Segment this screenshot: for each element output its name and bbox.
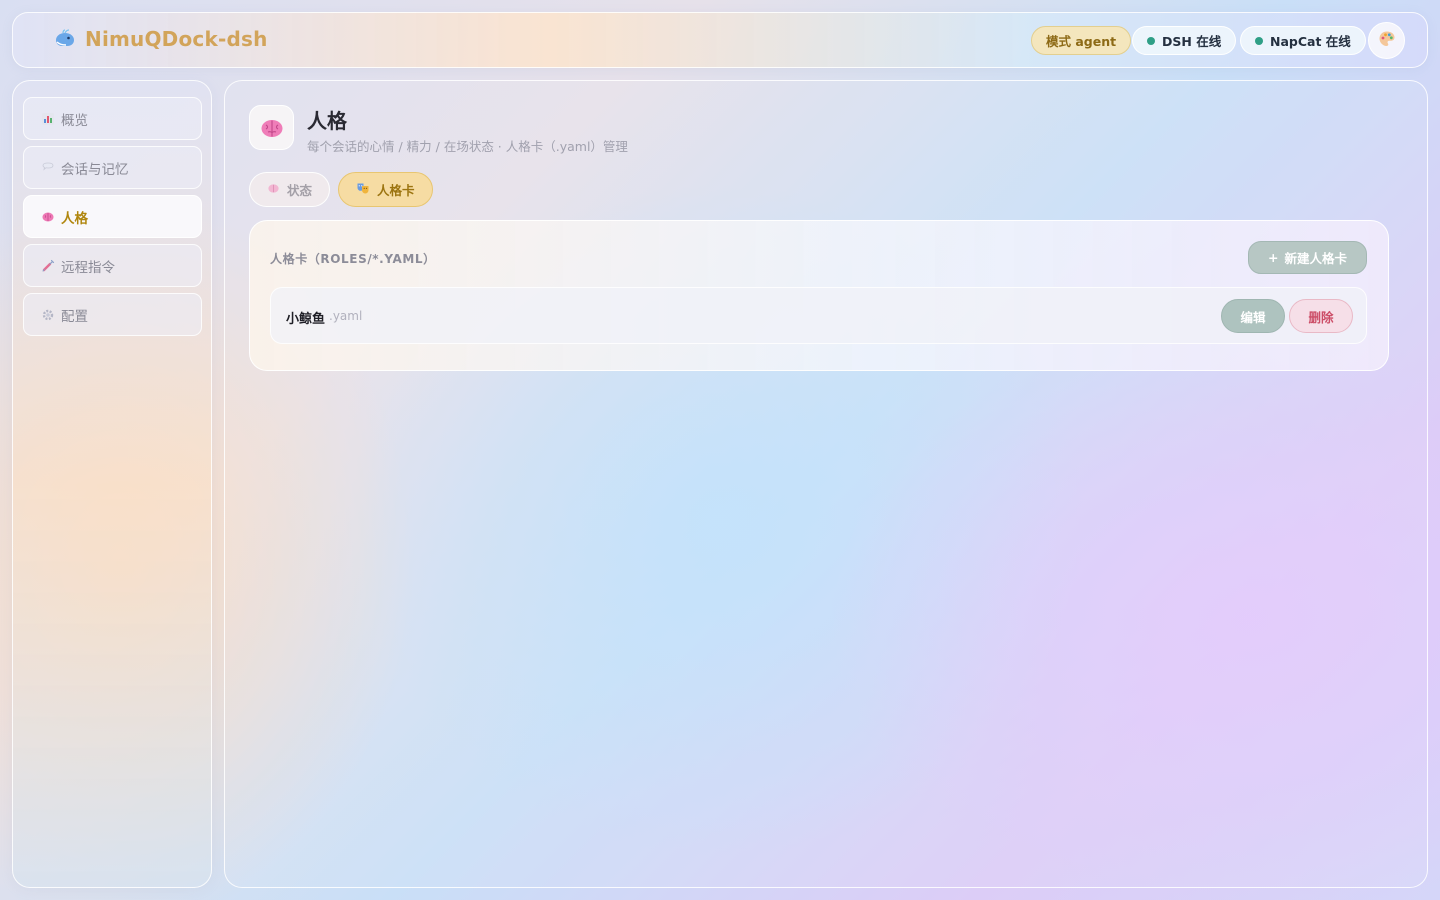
page-title: 人格 [307,109,347,133]
tab-persona-cards[interactable]: 人格卡 [338,172,433,207]
sidebar-item-label: 人格 [61,210,88,227]
dsh-status-label: DSH 在线 [1162,34,1222,49]
bar-chart-icon [41,112,55,126]
role-name: 小鲸鱼 [286,312,326,327]
theater-masks-icon [356,181,370,198]
brand[interactable]: NimuQDock-dsh [53,27,268,51]
sidebar: 概览 会话与记忆 人格 远程指令 配置 [12,80,212,888]
list-item: 小鲸鱼 .yaml 编辑 删除 [270,287,1367,344]
napcat-status-label: NapCat 在线 [1270,34,1351,49]
sidebar-item-remote-commands[interactable]: 远程指令 [23,244,202,287]
tab-label: 人格卡 [377,183,415,198]
whale-logo-icon [53,27,77,51]
syringe-icon [41,259,55,273]
main-panel: 人格 每个会话的心情 / 精力 / 在场状态 · 人格卡（.yaml）管理 状态… [224,80,1428,888]
delete-label: 删除 [1308,309,1334,325]
sidebar-item-persona[interactable]: 人格 [23,195,202,238]
plus-icon: + [1268,250,1279,265]
sidebar-item-overview[interactable]: 概览 [23,97,202,140]
tab-status[interactable]: 状态 [249,172,331,207]
brain-icon [267,182,280,198]
edit-label: 编辑 [1240,309,1266,325]
speech-bubble-icon [41,161,55,175]
delete-button[interactable]: 删除 [1289,299,1353,333]
mode-badge: 模式 agent [1031,26,1132,55]
page-subtitle: 每个会话的心情 / 精力 / 在场状态 · 人格卡（.yaml）管理 [307,139,628,154]
sidebar-item-label: 远程指令 [61,259,115,276]
sidebar-item-label: 会话与记忆 [61,161,129,178]
sidebar-item-sessions-memory[interactable]: 会话与记忆 [23,146,202,189]
napcat-status-badge: NapCat 在线 [1240,26,1366,55]
brain-icon [249,105,294,150]
sidebar-item-label: 概览 [61,112,88,129]
online-dot-icon [1255,36,1263,45]
sidebar-item-config[interactable]: 配置 [23,293,202,336]
persona-cards-panel: 人格卡（ROLES/*.YAML） + 新建人格卡 小鲸鱼 .yaml 编辑 删… [249,220,1389,371]
new-persona-card-label: 新建人格卡 [1284,251,1347,266]
panel-title: 人格卡（ROLES/*.YAML） [270,252,436,266]
edit-button[interactable]: 编辑 [1221,299,1285,333]
new-persona-card-button[interactable]: + 新建人格卡 [1248,241,1367,274]
mode-badge-label: 模式 agent [1046,34,1117,49]
sidebar-item-label: 配置 [61,308,88,325]
online-dot-icon [1147,36,1155,45]
theme-palette-button[interactable] [1368,22,1405,59]
tab-label: 状态 [287,183,313,198]
brain-icon [41,210,55,224]
brand-title: NimuQDock-dsh [85,27,268,51]
role-extension: .yaml [329,309,363,323]
dsh-status-badge: DSH 在线 [1132,26,1237,55]
gear-icon [41,308,55,322]
palette-icon [1378,30,1396,52]
top-bar: NimuQDock-dsh 模式 agent DSH 在线 NapCat 在线 [12,12,1428,68]
